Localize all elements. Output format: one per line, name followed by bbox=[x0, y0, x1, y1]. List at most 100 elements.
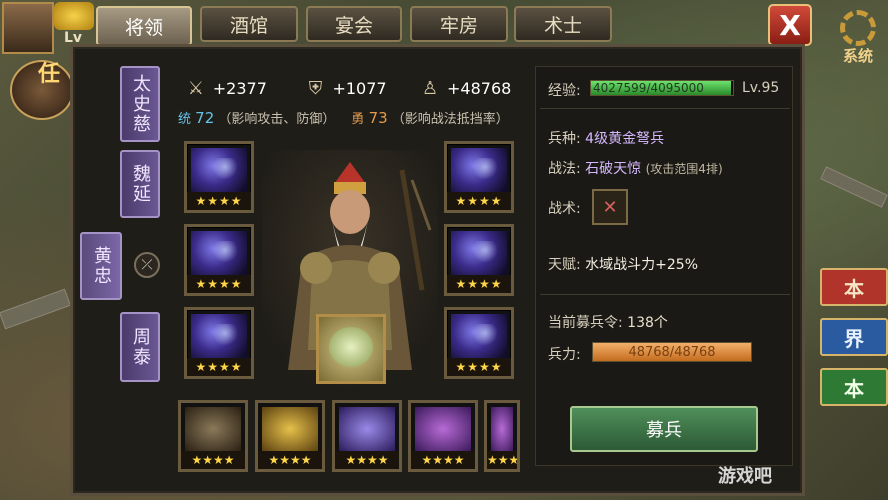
helmet-icon: ♙ bbox=[421, 77, 439, 99]
exp-bar: 4027599/4095000 bbox=[590, 80, 734, 96]
equip-slot[interactable]: ★★★★ bbox=[444, 307, 514, 379]
equip-slot[interactable]: ★★★★ bbox=[184, 224, 254, 296]
tab-tavern[interactable]: 酒馆 bbox=[200, 6, 298, 42]
city-wall bbox=[820, 166, 888, 208]
city-wall bbox=[0, 288, 71, 330]
unit-row: 兵种: 4级黄金弩兵 bbox=[548, 128, 664, 148]
scroll-icon bbox=[415, 407, 471, 451]
attack-stat: ⚔ +2377 bbox=[168, 77, 284, 99]
equip-slot[interactable]: ★★★★ bbox=[444, 141, 514, 213]
talent-row: 天赋: 水域战斗力+25% bbox=[548, 254, 698, 274]
divider bbox=[540, 108, 790, 109]
close-button[interactable]: X bbox=[768, 4, 812, 46]
star-rating: ★★★★ bbox=[258, 451, 322, 469]
bow-icon: ⤫ bbox=[134, 252, 160, 278]
tactic-note: (攻击范围4排) bbox=[645, 162, 723, 176]
treasure-slot[interactable] bbox=[316, 314, 386, 384]
stats-row: ⚔ +2377 ⛨ +1077 ♙ +48768 bbox=[168, 70, 523, 106]
star-rating: ★★★★ bbox=[447, 358, 511, 376]
exp-text: 4027599/4095000 bbox=[593, 81, 704, 95]
gear-icon bbox=[840, 10, 876, 46]
player-avatar[interactable] bbox=[2, 2, 54, 54]
item-slot[interactable]: ★★★★ bbox=[484, 400, 520, 472]
equip-slot[interactable]: ★★★★ bbox=[184, 307, 254, 379]
courage-note: （影响战法抵挡率） bbox=[391, 112, 509, 127]
general-tab-weiyan[interactable]: 魏延 bbox=[120, 150, 160, 218]
side-button-ben-1[interactable]: 本 bbox=[820, 268, 888, 306]
system-label: 系统 bbox=[842, 47, 873, 65]
star-rating: ★★★★ bbox=[447, 192, 511, 210]
recruit-order-row: 当前募兵令: 138个 bbox=[548, 312, 668, 332]
dragon-card-icon bbox=[451, 314, 507, 358]
dragon-card-icon bbox=[191, 148, 247, 192]
star-rating: ★★★★ bbox=[487, 451, 520, 469]
dragon-card-icon bbox=[191, 314, 247, 358]
talent-value: 水域战斗力+25% bbox=[585, 257, 699, 273]
sub-stats: 统 72 （影响攻击、防御） 勇 73 （影响战法抵挡率） bbox=[178, 108, 523, 132]
unit-label: 兵种: bbox=[548, 131, 581, 147]
sword-icon: ⚔ bbox=[187, 77, 204, 99]
unit-value: 4级黄金弩兵 bbox=[585, 131, 665, 147]
golden-beast-icon bbox=[262, 407, 318, 451]
skill-slot[interactable]: ✕ bbox=[592, 189, 628, 225]
item-slot[interactable]: ★★★★ bbox=[332, 400, 402, 472]
side-button-jie[interactable]: 界 bbox=[820, 318, 888, 356]
skill-crossed-icon: ✕ bbox=[602, 196, 618, 218]
skill-label: 战术: bbox=[548, 201, 581, 217]
tab-prison[interactable]: 牢房 bbox=[410, 6, 508, 42]
item-slot[interactable]: ★★★★ bbox=[408, 400, 478, 472]
tab-generals[interactable]: 将领 bbox=[96, 6, 192, 46]
command-stat: 统 72 （影响攻击、防御） bbox=[178, 108, 335, 132]
system-button[interactable]: 系统 bbox=[830, 10, 886, 66]
dragon-card-icon bbox=[191, 231, 247, 275]
level-label: Lv.95 bbox=[742, 80, 780, 96]
defense-stat: ⛨ +1077 bbox=[288, 77, 404, 99]
star-rating: ★★★★ bbox=[187, 275, 251, 293]
general-tab-taishici[interactable]: 太史慈 bbox=[120, 66, 160, 142]
recruit-order-value: 138个 bbox=[627, 315, 668, 331]
halberd-icon bbox=[339, 407, 395, 451]
general-tab-zhoutai[interactable]: 周泰 bbox=[120, 312, 160, 382]
command-value: 72 bbox=[195, 109, 215, 127]
courage-label: 勇 bbox=[351, 112, 365, 127]
tab-sorcerer[interactable]: 术士 bbox=[514, 6, 612, 42]
star-rating: ★★★★ bbox=[181, 451, 245, 469]
talent-label: 天赋: bbox=[548, 257, 581, 273]
courage-stat: 勇 73 （影响战法抵挡率） bbox=[351, 108, 508, 132]
star-rating: ★★★★ bbox=[187, 358, 251, 376]
star-rating: ★★★★ bbox=[187, 192, 251, 210]
jade-seal-icon bbox=[329, 327, 373, 367]
shield-icon: ⛨ bbox=[308, 77, 323, 99]
troop-text: 48768/48768 bbox=[628, 345, 716, 360]
gold-icon[interactable] bbox=[54, 2, 94, 30]
general-tab-huangzhong[interactable]: 黄忠 bbox=[80, 232, 122, 300]
tab-banquet[interactable]: 宴会 bbox=[306, 6, 402, 42]
tactic-row: 战法: 石破天惊 (攻击范围4排) bbox=[548, 158, 723, 178]
event-label: 任 bbox=[38, 62, 61, 87]
dragon-card-icon bbox=[451, 148, 507, 192]
dragon-card-icon bbox=[451, 231, 507, 275]
item-slot[interactable]: ★★★★ bbox=[178, 400, 248, 472]
scroll-icon bbox=[491, 407, 513, 451]
equip-slot[interactable]: ★★★★ bbox=[444, 224, 514, 296]
exp-label: 经验: bbox=[548, 83, 581, 99]
troop-bar: 48768/48768 bbox=[592, 342, 752, 362]
command-note: （影响攻击、防御） bbox=[218, 112, 336, 127]
star-rating: ★★★★ bbox=[335, 451, 399, 469]
recruit-order-label: 当前募兵令: bbox=[548, 315, 623, 331]
star-rating: ★★★★ bbox=[411, 451, 475, 469]
troop-stat: ♙ +48768 bbox=[407, 77, 523, 99]
attack-value: +2377 bbox=[212, 78, 267, 98]
troop-label: 兵力: bbox=[548, 347, 581, 363]
tactic-value: 石破天惊 bbox=[585, 161, 642, 177]
star-rating: ★★★★ bbox=[447, 275, 511, 293]
tactic-label: 战法: bbox=[548, 161, 581, 177]
side-button-ben-2[interactable]: 本 bbox=[820, 368, 888, 406]
recruit-button[interactable]: 募兵 bbox=[570, 406, 758, 452]
equip-slot[interactable]: ★★★★ bbox=[184, 141, 254, 213]
courage-value: 73 bbox=[368, 109, 388, 127]
item-slot[interactable]: ★★★★ bbox=[255, 400, 325, 472]
crossbow-icon bbox=[185, 407, 241, 451]
command-label: 统 bbox=[178, 112, 192, 127]
defense-value: +1077 bbox=[332, 78, 387, 98]
